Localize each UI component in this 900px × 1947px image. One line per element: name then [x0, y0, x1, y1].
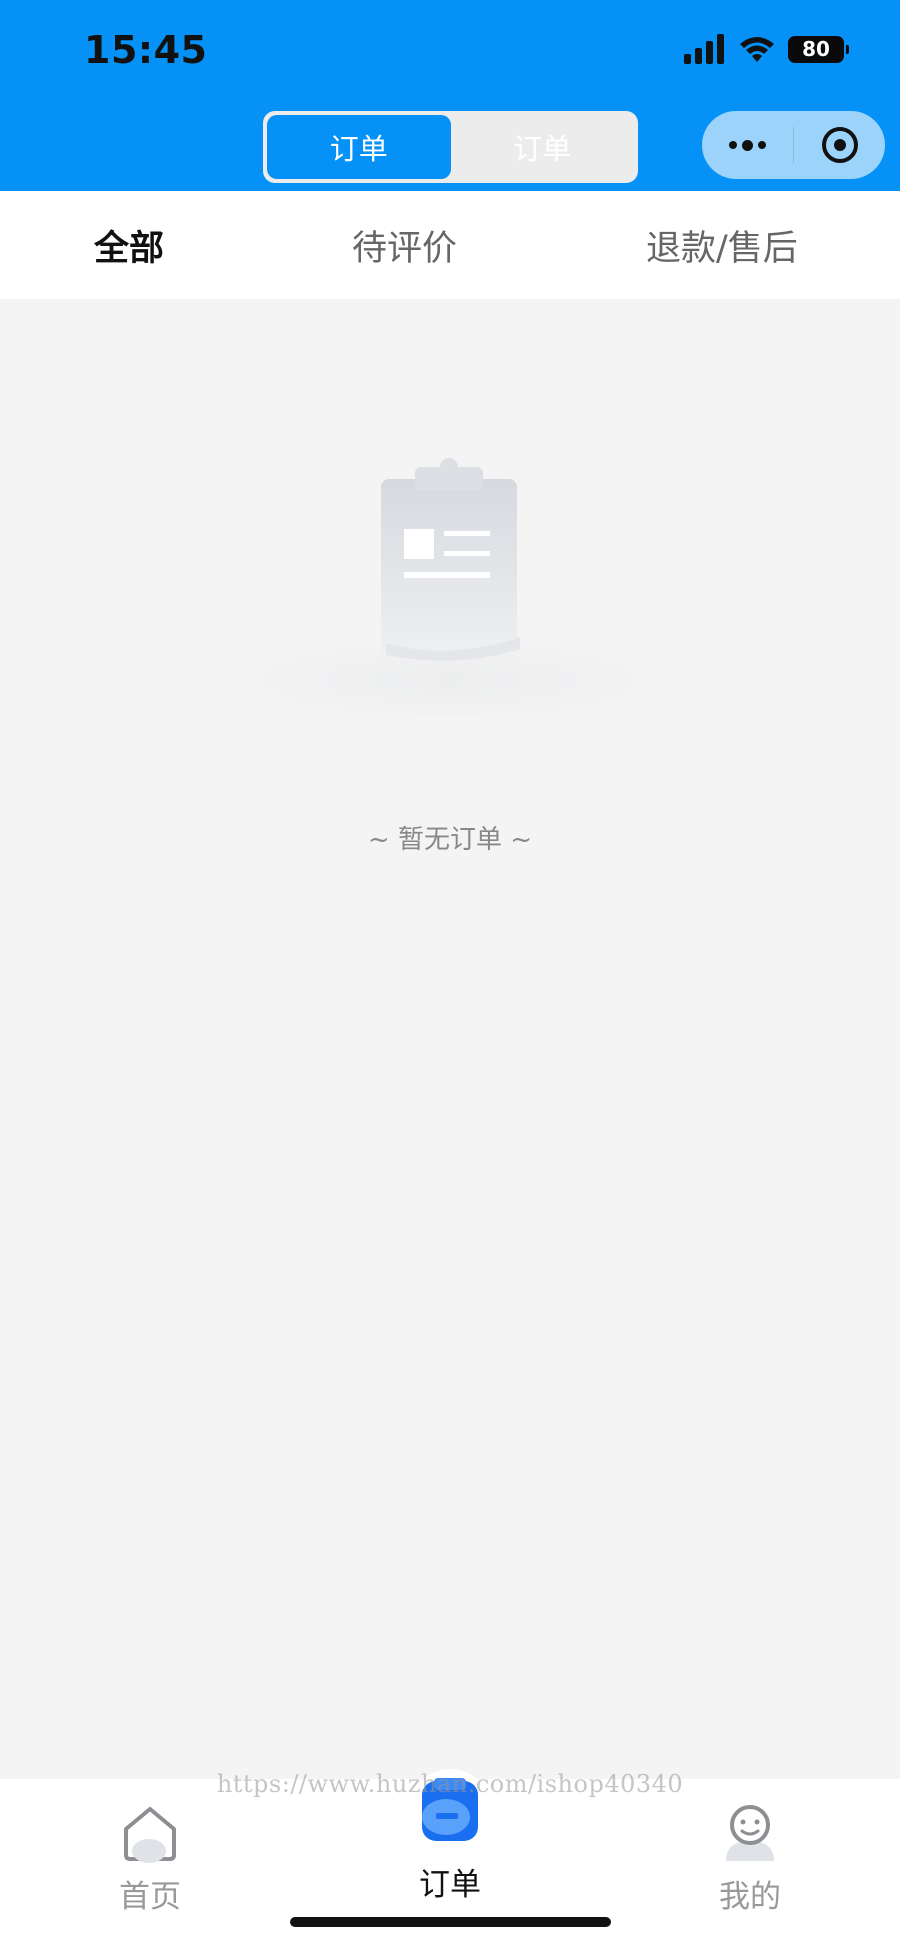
- user-icon: [726, 1805, 774, 1861]
- segment-order-primary[interactable]: 订单: [267, 115, 451, 179]
- tabbar-item-me[interactable]: 我的: [670, 1779, 830, 1916]
- tabbar-label-home: 首页: [119, 1879, 181, 1915]
- more-dots-icon: [729, 139, 766, 151]
- top-header: 15:45 80 订单 订单: [0, 0, 900, 191]
- tabbar-label-order: 订单: [419, 1867, 481, 1903]
- segment-order-secondary[interactable]: 订单: [451, 115, 635, 179]
- home-indicator[interactable]: [290, 1917, 611, 1927]
- order-filter-tabs: 全部 待评价 退款/售后: [0, 191, 900, 299]
- tab-refund-after-sale[interactable]: 退款/售后: [646, 191, 798, 299]
- tabbar-label-me: 我的: [719, 1879, 781, 1915]
- status-time: 15:45: [84, 28, 208, 72]
- tab-all[interactable]: 全部: [94, 191, 164, 299]
- order-segment-control: 订单 订单: [263, 111, 638, 183]
- target-icon: [821, 127, 858, 163]
- signal-icon: [684, 34, 724, 64]
- clipboard-illustration-icon: [220, 458, 680, 715]
- wifi-icon: [740, 37, 774, 62]
- close-miniprogram-button[interactable]: [794, 111, 885, 179]
- tab-pending-review[interactable]: 待评价: [352, 191, 457, 299]
- more-button[interactable]: [702, 111, 793, 179]
- empty-message: ~ 暂无订单 ~: [367, 825, 533, 855]
- home-icon: [124, 1807, 176, 1863]
- miniprogram-capsule: [702, 111, 885, 179]
- battery-indicator: 80: [788, 35, 849, 63]
- tabbar-item-home[interactable]: 首页: [70, 1779, 230, 1916]
- watermark-text: https://www.huzhan.com/ishop40340: [216, 1770, 684, 1798]
- status-icons: 80: [684, 34, 849, 64]
